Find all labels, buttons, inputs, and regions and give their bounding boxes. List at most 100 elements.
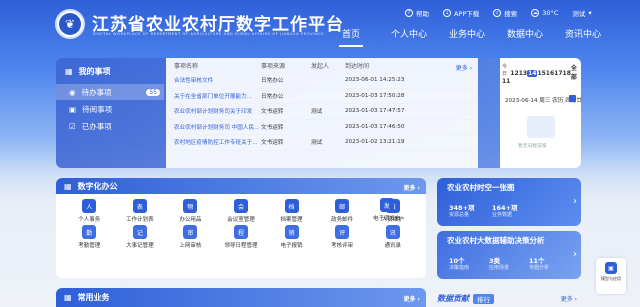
grid-icon: ▦ xyxy=(64,293,72,302)
table-row[interactable]: 关于在全省部门单位开展能力... 日常办公 2023-01-03 17:50:28 xyxy=(166,89,478,104)
table-row[interactable]: 合法性审核文件 日常办公 2023-06-01 14:25:23 xyxy=(166,73,478,89)
common-more-link[interactable]: 更多 › xyxy=(403,294,420,303)
app-personal-affairs[interactable]: 人个人事务 xyxy=(64,199,115,223)
page-subtitle: DIGITAL WORKPLACE OF DEPARTMENT OF AGRIC… xyxy=(93,32,325,36)
digital-office-header: ▦ 数字化办公 更多 › xyxy=(56,178,426,194)
box-icon: 物 xyxy=(183,199,198,213)
chevron-right-icon: › xyxy=(573,196,577,207)
calendar-widget: 今日 11 12 13 14 15 16 17 18 全部 2023-06-14 … xyxy=(500,58,581,168)
calendar-day[interactable]: 12 xyxy=(510,63,518,85)
app-contacts[interactable]: 讯通讯录 xyxy=(367,225,418,249)
app-attendance[interactable]: 勤考勤管理 xyxy=(64,225,115,249)
clock-icon: 勤 xyxy=(82,225,97,239)
chevron-right-icon: › xyxy=(573,249,577,260)
top-tools: ? 帮助 ↓ APP下载 ⌕ 搜索 ☁ 30°C 测试 ▾ xyxy=(405,8,606,18)
app-download-link[interactable]: ↓ APP下载 xyxy=(443,8,479,18)
app-row-1: 人个人事务 表工作计划表 物办公用品 会会议室管理 档档案管理 邮政务邮件 维人… xyxy=(56,194,426,223)
weather: ☁ 30°C xyxy=(531,9,559,17)
app-gov-mail[interactable]: 邮政务邮件 xyxy=(317,199,368,223)
menu-done[interactable]: ☑ 已办事项 xyxy=(56,118,164,134)
grid-icon: ▦ xyxy=(65,67,73,76)
empty-schedule-icon xyxy=(527,116,555,138)
nav-data-center[interactable]: 数据中心 xyxy=(496,25,554,40)
nav-business-center[interactable]: 业务中心 xyxy=(438,25,496,40)
grid-icon: ▦ xyxy=(64,181,72,191)
table-row[interactable]: 农村地区疫情防控工作专班关于... 文书运转 测试 2023-01-02 13:21:… xyxy=(166,135,478,151)
app-office-supplies[interactable]: 物办公用品 xyxy=(165,199,216,223)
checklist-icon: 评 xyxy=(335,225,350,239)
leaf-icon: ❦ xyxy=(59,13,81,35)
add-schedule-icon[interactable] xyxy=(569,95,576,102)
todo-icon: ◉ xyxy=(69,87,76,97)
user-menu[interactable]: 测试 ▾ xyxy=(572,8,591,18)
task-more-link[interactable]: 更多 › xyxy=(456,63,472,72)
calendar-day[interactable]: 17 xyxy=(554,63,562,85)
help-link[interactable]: ? 帮助 xyxy=(405,8,429,18)
book-icon: 记 xyxy=(132,225,147,239)
model-app-button[interactable]: ▣ 模型与应用 xyxy=(596,258,626,294)
assistant-icon: ▣ xyxy=(605,262,617,274)
read-icon: ▣ xyxy=(69,104,77,114)
app-row-2: 勤考勤管理 记大事记管理 审上网审核 程领导日程管理 销电子报销 评考核评审 讯… xyxy=(56,223,426,249)
calendar-icon: 程 xyxy=(233,225,248,239)
header: ❦ 江苏省农业农村厅数字工作平台 DIGITAL WORKPLACE OF DE… xyxy=(0,0,640,48)
todo-count-badge: 55 xyxy=(146,88,160,96)
table-header: 事项名称 事项来源 发起人 到达时间 xyxy=(166,58,478,73)
app-work-plan[interactable]: 表工作计划表 xyxy=(115,199,166,223)
app-meeting-room[interactable]: 会会议室管理 xyxy=(216,199,267,223)
menu-to-read[interactable]: ▣ 待阅事项 xyxy=(56,101,164,117)
empty-schedule-text: 暂无日程安排 xyxy=(518,144,547,149)
cloud-icon: ☁ xyxy=(531,9,540,17)
rank-more-link[interactable]: 更多 › xyxy=(561,294,577,303)
receipt-icon: 销 xyxy=(284,225,299,239)
calendar-day[interactable]: 16 xyxy=(546,63,554,85)
logo: ❦ xyxy=(55,9,85,39)
calendar-day[interactable]: 今日 11 xyxy=(502,63,510,85)
download-icon: ↓ xyxy=(443,9,451,17)
app-archive[interactable]: 档档案管理 xyxy=(266,199,317,223)
done-icon: ☑ xyxy=(69,121,76,131)
archive-icon: 档 xyxy=(284,199,299,213)
calendar-day[interactable]: 18 xyxy=(563,63,571,85)
decision-analysis-card[interactable]: 农业农村大数据辅助决策分析 10个 决策指南 3类 应用场景 11个 专题分析 … xyxy=(437,231,581,279)
contacts-icon: 讯 xyxy=(385,225,400,239)
nav-personal-center[interactable]: 个人中心 xyxy=(380,25,438,40)
app-e-dispatch[interactable]: 发电子调发布 xyxy=(373,198,401,222)
app-assessment[interactable]: 评考核评审 xyxy=(317,225,368,249)
calendar-day-today[interactable]: 14 xyxy=(527,63,538,85)
search-link[interactable]: ⌕ 搜索 xyxy=(493,8,517,18)
main-nav: 首页 个人中心 业务中心 数据中心 资讯中心 xyxy=(322,25,612,47)
mail-icon: 邮 xyxy=(335,199,350,213)
nav-news-center[interactable]: 资讯中心 xyxy=(554,25,612,40)
table-row[interactable]: 农业农村部计划财务司关于印发 文书运转 测试 2023-01-03 17:47:57 xyxy=(166,104,478,120)
table-icon: 表 xyxy=(132,199,147,213)
calendar-day[interactable]: 13 xyxy=(519,63,527,85)
task-table: 事项名称 事项来源 发起人 到达时间 更多 › 合法性审核文件 日常办公 2023-… xyxy=(166,58,478,168)
table-row[interactable]: 农业农村部计划财务司 中国人民... 文书运转 2023-01-03 17:46:5… xyxy=(166,120,478,135)
calendar-days: 今日 11 12 13 14 15 16 17 18 全部 xyxy=(500,58,581,85)
spatial-map-card[interactable]: 农业农村时空一张图 348+项 资源总量 164+项 业务数据 › xyxy=(437,178,581,226)
app-chronicle[interactable]: 记大事记管理 xyxy=(115,225,166,249)
search-icon: ⌕ xyxy=(493,9,502,17)
calendar-day[interactable]: 15 xyxy=(537,63,545,85)
app-leader-schedule[interactable]: 程领导日程管理 xyxy=(216,225,267,249)
card-title: 农业农村大数据辅助决策分析 xyxy=(447,236,545,245)
my-tasks-title: ▦ 我的事项 xyxy=(65,67,111,76)
calendar-all[interactable]: 全部 xyxy=(571,63,579,85)
upload-icon: 审 xyxy=(183,225,198,239)
app-e-reimbursement[interactable]: 销电子报销 xyxy=(266,225,317,249)
help-icon: ? xyxy=(405,9,413,17)
data-contribution-rank: 数据贡献 排行 更多 › xyxy=(437,293,577,304)
meeting-icon: 会 xyxy=(233,199,248,213)
digital-office-more-link[interactable]: 更多 › xyxy=(403,183,420,192)
menu-todo[interactable]: ◉ 待办事项 55 xyxy=(56,84,164,100)
my-tasks-menu: ▦ 我的事项 ◉ 待办事项 55 ▣ 待阅事项 ☑ 已办事项 xyxy=(56,58,164,168)
common-business-header: ▦ 常用业务 更多 › xyxy=(56,288,426,307)
chevron-down-icon: ▾ xyxy=(588,9,592,17)
person-icon: 人 xyxy=(82,199,97,213)
nav-home[interactable]: 首页 xyxy=(322,25,380,47)
personal-panel: ▦ 我的事项 ◉ 待办事项 55 ▣ 待阅事项 ☑ 已办事项 事项名称 事项来源 发起人 … xyxy=(56,58,581,168)
dispatch-icon: 发 xyxy=(379,198,394,212)
digital-office-panel: ▦ 数字化办公 更多 › 人个人事务 表工作计划表 物办公用品 会会议室管理 档档案… xyxy=(56,178,426,278)
app-web-review[interactable]: 审上网审核 xyxy=(165,225,216,249)
